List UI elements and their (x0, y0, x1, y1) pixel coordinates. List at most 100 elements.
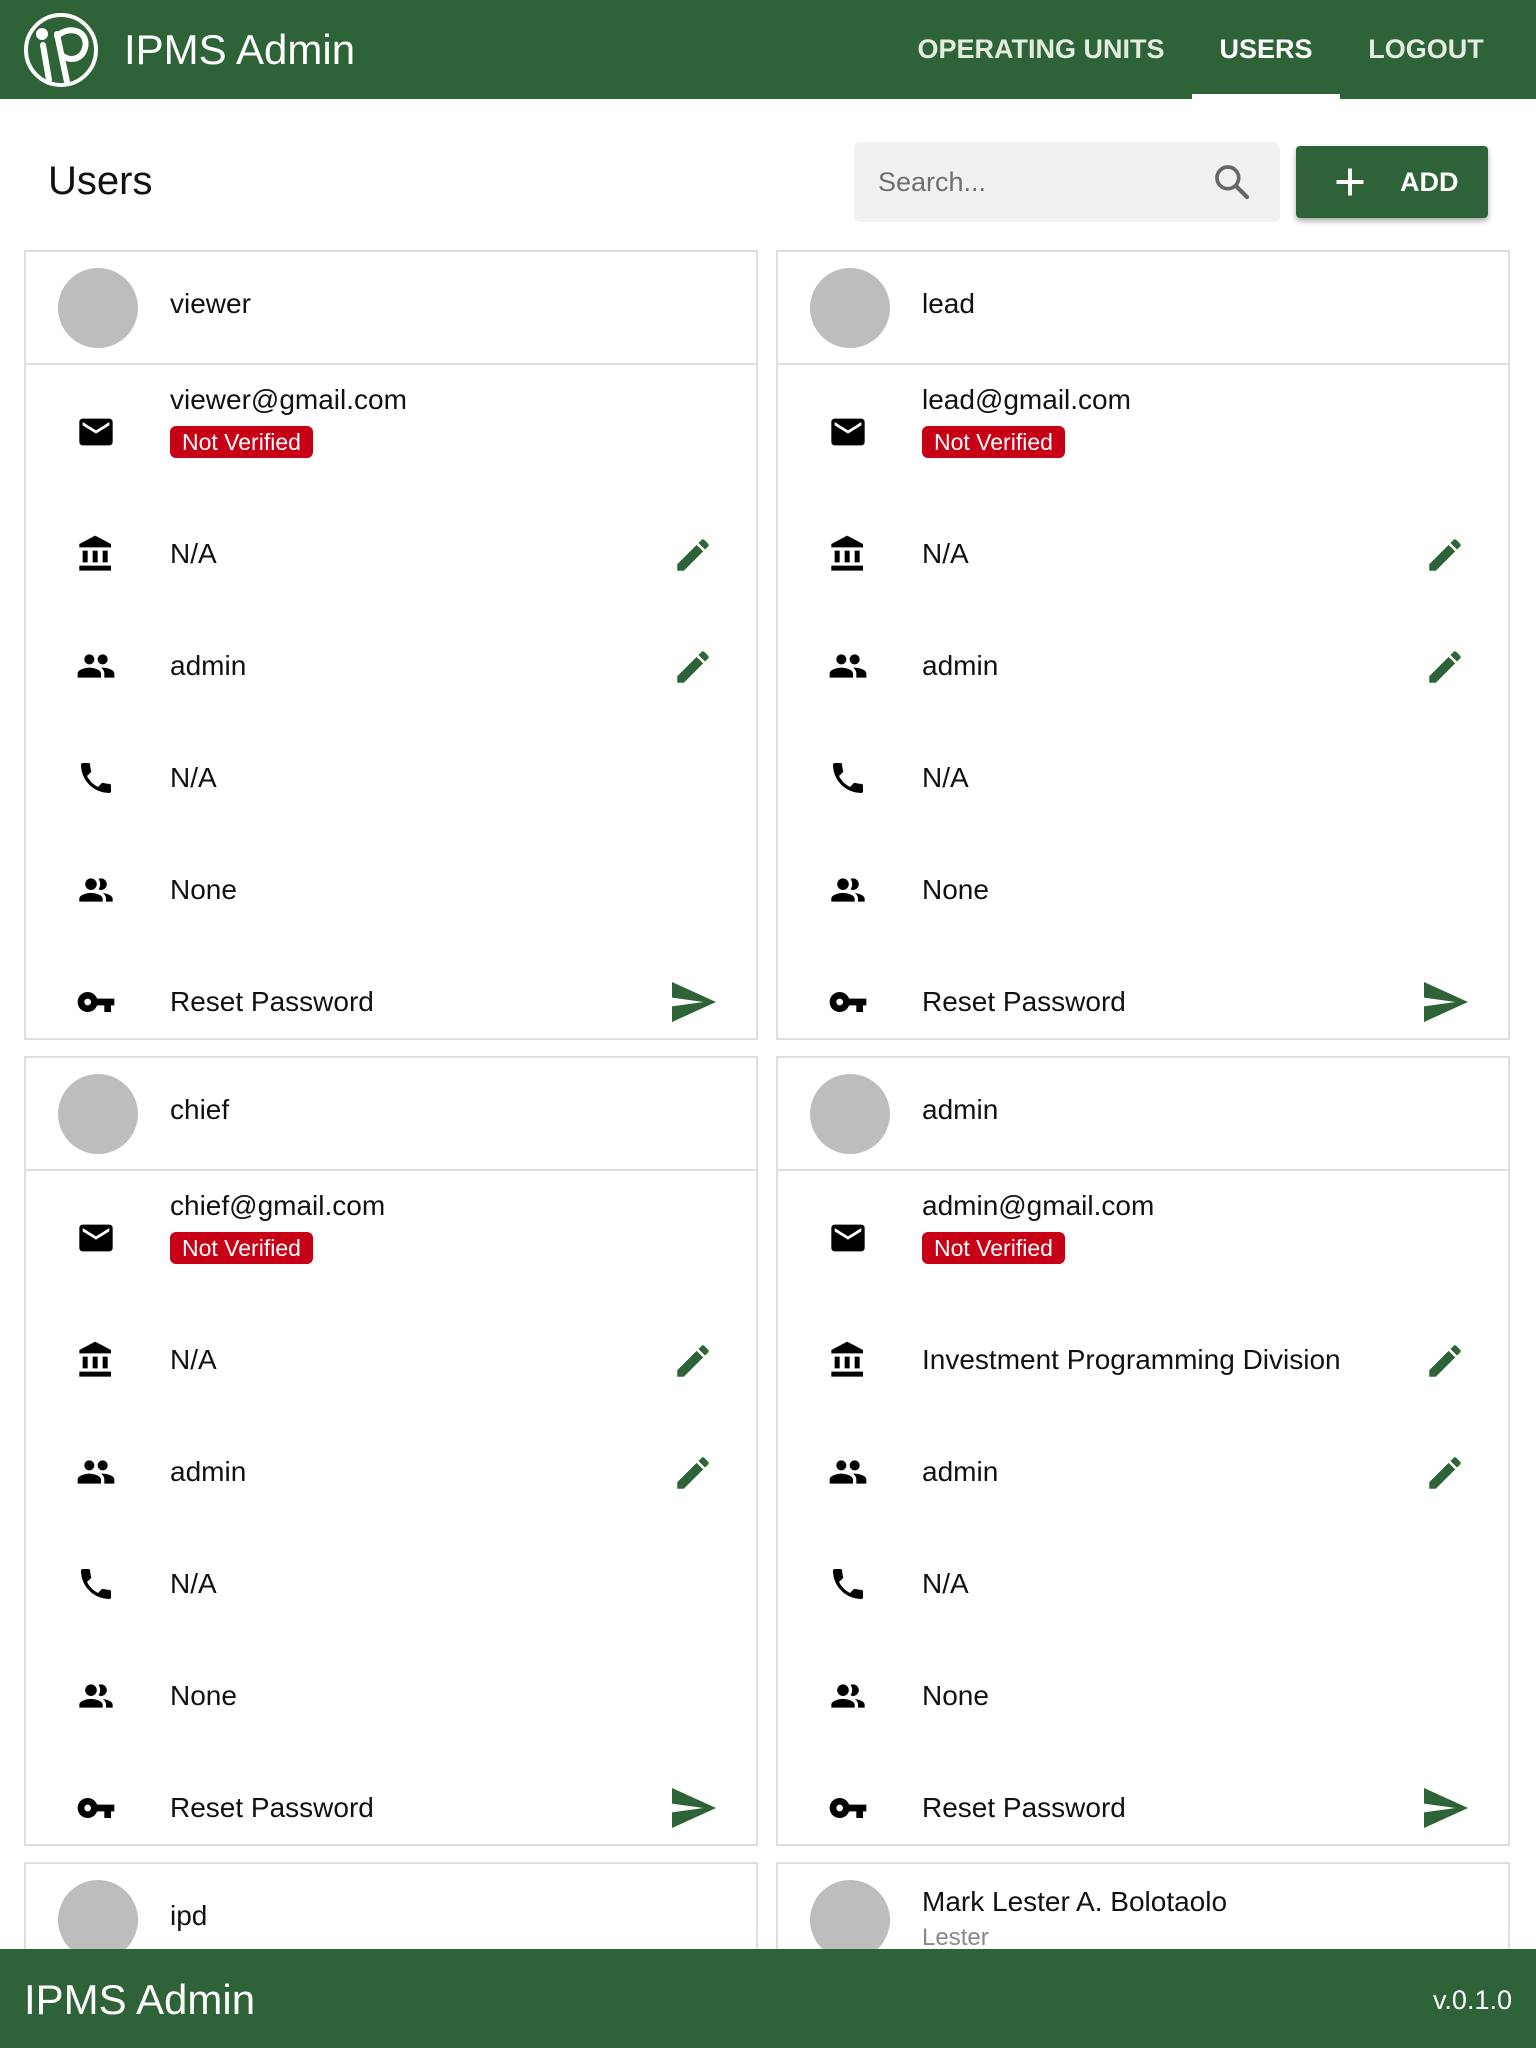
search-input[interactable] (878, 142, 1208, 222)
role-value: admin (170, 650, 247, 681)
edit-operating-unit-icon[interactable] (672, 1340, 714, 1382)
page-title: Users (48, 159, 153, 203)
bank-icon (828, 1340, 868, 1380)
group-value: None (922, 1680, 989, 1711)
user-card: Mark Lester A. Bolotaolo Lester (776, 1862, 1510, 1962)
phone-icon (76, 1564, 116, 1604)
operating-unit-value: N/A (170, 538, 217, 569)
group-icon (828, 1676, 868, 1716)
phone-row: N/A (778, 1528, 1508, 1640)
phone-value: N/A (922, 762, 969, 793)
user-card: ipd (24, 1862, 758, 1962)
ipms-logo-icon[interactable] (23, 12, 99, 88)
user-email: chief@gmail.com (170, 1190, 386, 1221)
nav-logout[interactable]: LOGOUT (1340, 0, 1512, 99)
phone-icon (76, 758, 116, 798)
reset-password-label: Reset Password (922, 986, 1126, 1017)
role-value: admin (922, 1456, 999, 1487)
phone-row: N/A (26, 1528, 756, 1640)
footer-title: IPMS Admin (24, 1976, 256, 2023)
people-icon (828, 1452, 868, 1492)
edit-operating-unit-icon[interactable] (672, 534, 714, 576)
edit-role-icon[interactable] (672, 646, 714, 688)
user-card: viewer viewer@gmail.com Not Verified N/A adm… (24, 250, 758, 1040)
group-row: None (778, 834, 1508, 946)
search-icon[interactable] (1212, 162, 1252, 202)
role-row: admin (778, 610, 1508, 722)
group-icon (76, 870, 116, 910)
email-row: viewer@gmail.com Not Verified (26, 382, 756, 494)
operating-unit-value: N/A (922, 538, 969, 569)
user-name: Mark Lester A. Bolotaolo (922, 1886, 1228, 1917)
send-reset-password-icon[interactable] (670, 1786, 718, 1830)
user-name: ipd (170, 1900, 208, 1931)
people-icon (76, 646, 116, 686)
edit-operating-unit-icon[interactable] (1424, 534, 1466, 576)
not-verified-badge: Not Verified (922, 426, 1065, 458)
edit-operating-unit-icon[interactable] (1424, 1340, 1466, 1382)
user-name: chief (170, 1094, 230, 1125)
user-name: lead (922, 288, 975, 319)
role-value: admin (170, 1456, 247, 1487)
reset-password-row: Reset Password (26, 946, 756, 1058)
user-card-header: chief (26, 1058, 756, 1171)
group-icon (76, 1676, 116, 1716)
avatar (810, 1880, 890, 1960)
operating-unit-row: Investment Programming Division (778, 1304, 1508, 1416)
reset-password-row: Reset Password (778, 1752, 1508, 1864)
edit-role-icon[interactable] (1424, 1452, 1466, 1494)
app-title: IPMS Admin (124, 26, 356, 73)
avatar (58, 1880, 138, 1960)
user-card-header: viewer (26, 252, 756, 365)
app-version: v.0.1.0 (1432, 1985, 1512, 2015)
reset-password-label: Reset Password (170, 1792, 374, 1823)
phone-icon (828, 758, 868, 798)
bank-icon (76, 534, 116, 574)
avatar (810, 268, 890, 348)
user-card-header: admin (778, 1058, 1508, 1171)
top-app-bar: IPMS Admin OPERATING UNITS USERS LOGOUT (0, 0, 1536, 99)
group-value: None (170, 874, 237, 905)
reset-password-row: Reset Password (26, 1752, 756, 1864)
user-email: lead@gmail.com (922, 384, 1131, 415)
edit-role-icon[interactable] (672, 1452, 714, 1494)
role-row: admin (26, 610, 756, 722)
add-user-button[interactable]: ADD (1296, 146, 1488, 218)
send-reset-password-icon[interactable] (1422, 1786, 1470, 1830)
send-reset-password-icon[interactable] (670, 980, 718, 1024)
nav-users[interactable]: USERS (1192, 0, 1340, 99)
user-card: lead lead@gmail.com Not Verified N/A admin N/… (776, 250, 1510, 1040)
phone-row: N/A (778, 722, 1508, 834)
email-icon (828, 1218, 868, 1258)
operating-unit-row: N/A (26, 1304, 756, 1416)
avatar (58, 268, 138, 348)
user-email: admin@gmail.com (922, 1190, 1155, 1221)
footer: IPMS Admin v.0.1.0 (0, 1949, 1536, 2048)
key-icon (828, 982, 868, 1022)
send-reset-password-icon[interactable] (1422, 980, 1470, 1024)
email-icon (828, 412, 868, 452)
phone-value: N/A (922, 1568, 969, 1599)
not-verified-badge: Not Verified (170, 1232, 313, 1264)
not-verified-badge: Not Verified (170, 426, 313, 458)
bank-icon (76, 1340, 116, 1380)
user-card: chief chief@gmail.com Not Verified N/A admin… (24, 1056, 758, 1846)
operating-unit-value: Investment Programming Division (922, 1344, 1341, 1375)
key-icon (76, 982, 116, 1022)
edit-role-icon[interactable] (1424, 646, 1466, 688)
phone-icon (828, 1564, 868, 1604)
phone-value: N/A (170, 762, 217, 793)
reset-password-row: Reset Password (778, 946, 1508, 1058)
plus-icon (1336, 168, 1364, 196)
avatar (58, 1074, 138, 1154)
email-icon (76, 1218, 116, 1258)
user-email: viewer@gmail.com (170, 384, 407, 415)
user-name: admin (922, 1094, 999, 1125)
user-card-header: lead (778, 252, 1508, 365)
avatar (810, 1074, 890, 1154)
operating-unit-row: N/A (26, 498, 756, 610)
group-row: None (778, 1640, 1508, 1752)
nav-operating-units[interactable]: OPERATING UNITS (898, 0, 1184, 99)
group-value: None (922, 874, 989, 905)
key-icon (76, 1788, 116, 1828)
